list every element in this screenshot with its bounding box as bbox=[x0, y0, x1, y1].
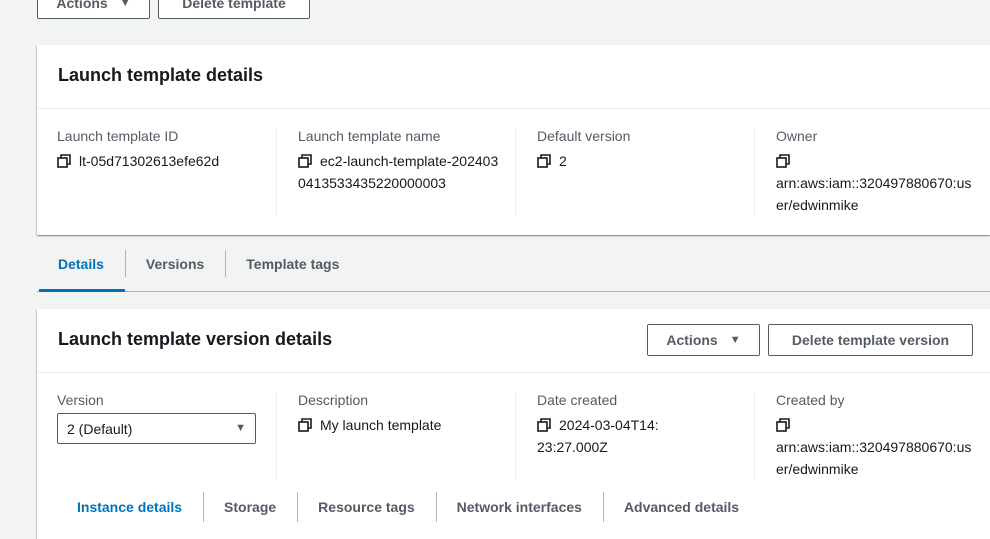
tab-instance-details[interactable]: Instance details bbox=[56, 492, 203, 522]
tab-label: Details bbox=[58, 255, 104, 272]
copy-icon[interactable] bbox=[776, 154, 790, 168]
version-actions-button[interactable]: Actions ▼ bbox=[647, 324, 760, 356]
copy-icon[interactable] bbox=[537, 418, 551, 432]
field-label: Description bbox=[298, 392, 369, 408]
copy-icon[interactable] bbox=[537, 154, 551, 168]
field-launch-template-id: Launch template ID lt-05d71302613efe62d bbox=[57, 128, 275, 172]
tab-versions[interactable]: Versions bbox=[124, 236, 225, 291]
tab-label: Network interfaces bbox=[456, 499, 582, 515]
copy-icon[interactable] bbox=[57, 154, 71, 168]
version-select-value: 2 (Default) bbox=[67, 420, 133, 437]
field-launch-template-name: Launch template name ec2-launch-template… bbox=[276, 128, 516, 215]
field-value: 2024-03-04T14:23:27.000Z bbox=[537, 417, 659, 455]
delete-template-version-button[interactable]: Delete template version bbox=[768, 324, 973, 356]
caret-down-icon: ▼ bbox=[729, 333, 741, 346]
field-default-version: Default version 2 bbox=[515, 128, 755, 215]
tab-label: Versions bbox=[145, 255, 205, 272]
delete-template-version-button-label: Delete template version bbox=[791, 332, 950, 348]
version-sub-tabs: Instance details Storage Resource tags N… bbox=[56, 490, 760, 524]
field-value: arn:aws:iam::320497880670:user/edwinmike bbox=[776, 175, 972, 213]
field-date-created: Date created 2024-03-04T14:23:27.000Z bbox=[515, 392, 755, 479]
delete-template-button[interactable]: Delete template bbox=[158, 0, 310, 19]
panel-title: Launch template version details bbox=[58, 329, 333, 349]
field-value: My launch template bbox=[320, 417, 442, 433]
field-description: Description My launch template bbox=[276, 392, 516, 479]
launch-template-details-panel: Launch template details Launch template … bbox=[37, 45, 990, 235]
caret-down-icon: ▼ bbox=[235, 422, 246, 434]
tab-label: Storage bbox=[224, 499, 277, 515]
tab-details[interactable]: Details bbox=[37, 236, 125, 292]
copy-icon[interactable] bbox=[776, 418, 790, 432]
tab-resource-tags[interactable]: Resource tags bbox=[297, 492, 435, 522]
tab-storage[interactable]: Storage bbox=[203, 492, 297, 522]
field-label: Launch template ID bbox=[57, 128, 179, 144]
copy-icon[interactable] bbox=[298, 154, 312, 168]
field-value: 2 bbox=[559, 153, 567, 169]
copy-icon[interactable] bbox=[298, 418, 312, 432]
actions-button-label: Actions bbox=[56, 0, 108, 11]
delete-template-button-label: Delete template bbox=[182, 0, 286, 11]
tab-label: Advanced details bbox=[623, 499, 740, 515]
tab-template-tags[interactable]: Template tags bbox=[225, 236, 360, 291]
panel-header: Launch template details bbox=[37, 45, 990, 109]
field-version: Version bbox=[57, 392, 275, 414]
actions-button-label: Actions bbox=[666, 332, 718, 348]
field-label: Owner bbox=[776, 128, 818, 144]
tab-label: Resource tags bbox=[318, 499, 415, 515]
field-value: ec2-launch-template-20240304135334352200… bbox=[298, 153, 499, 191]
tab-label: Instance details bbox=[77, 499, 183, 515]
version-select[interactable]: 2 (Default) ▼ bbox=[57, 413, 256, 444]
tab-label: Template tags bbox=[246, 255, 340, 272]
field-value: lt-05d71302613efe62d bbox=[79, 153, 220, 169]
field-label: Default version bbox=[537, 128, 631, 144]
caret-down-icon: ▼ bbox=[119, 0, 131, 9]
field-created-by: Created by arn:aws:iam::320497880670:use… bbox=[754, 392, 990, 479]
field-owner: Owner arn:aws:iam::320497880670:user/edw… bbox=[754, 128, 990, 215]
tab-advanced-details[interactable]: Advanced details bbox=[602, 492, 760, 522]
actions-button[interactable]: Actions ▼ bbox=[37, 0, 150, 19]
tab-network-interfaces[interactable]: Network interfaces bbox=[435, 492, 603, 522]
field-label: Launch template name bbox=[298, 128, 441, 144]
field-label: Date created bbox=[537, 392, 618, 408]
field-label: Created by bbox=[776, 392, 845, 408]
field-value: arn:aws:iam::320497880670:user/edwinmike bbox=[776, 439, 972, 477]
panel-title: Launch template details bbox=[58, 65, 264, 85]
field-label: Version bbox=[57, 392, 104, 408]
detail-tabs: Details Versions Template tags bbox=[37, 236, 990, 292]
